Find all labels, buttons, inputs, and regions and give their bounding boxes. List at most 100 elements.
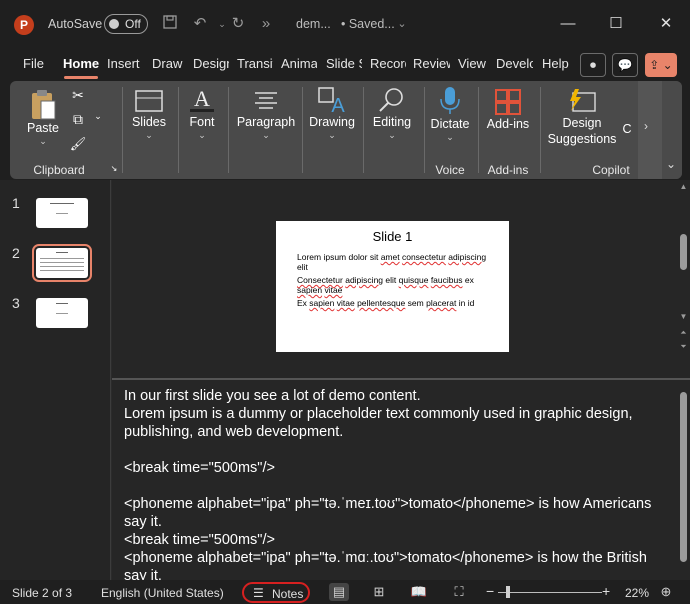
separator	[424, 87, 425, 173]
scrollbar-thumb[interactable]	[680, 392, 687, 562]
tab-help[interactable]: Help	[542, 56, 572, 71]
ribbon-tabs: File Home Insert Draw Design Transitions…	[0, 50, 690, 80]
current-slide[interactable]: Slide 1 Lorem ipsum dolor sit amet conse…	[276, 221, 509, 352]
search-icon	[379, 88, 403, 112]
title-bar: P AutoSave Off ↶ ⌄ ↻ » dem... • Saved...…	[0, 0, 690, 50]
share-icon[interactable]: ⇪ ⌄	[645, 53, 677, 77]
previous-slide-icon[interactable]: ⏶	[679, 328, 688, 338]
chevron-down-icon: ⌄	[446, 132, 454, 142]
zoom-out-button[interactable]: −	[486, 583, 494, 599]
document-name[interactable]: dem...	[296, 17, 331, 31]
slide-sorter-icon[interactable]: ⊞	[369, 583, 389, 601]
tab-slide-show[interactable]: Slide Show	[326, 56, 362, 71]
active-tab-indicator	[64, 76, 98, 79]
autosave-toggle[interactable]: Off	[104, 14, 148, 34]
tab-file[interactable]: File	[23, 56, 47, 71]
slide-title[interactable]: Slide 1	[276, 229, 509, 244]
chevron-down-icon: ⌄	[666, 157, 677, 171]
chevron-right-icon: ›	[644, 119, 648, 133]
scroll-up-icon[interactable]: ▲	[679, 182, 688, 191]
clipboard-launcher-icon[interactable]: ↘	[109, 164, 119, 173]
design-suggestions-button[interactable]: Design Suggestions	[546, 87, 618, 147]
ribbon-collapse[interactable]: ⌄	[662, 81, 682, 179]
svg-text:A: A	[194, 87, 210, 111]
zoom-slider[interactable]	[498, 592, 602, 593]
comments-icon[interactable]: 💬	[612, 53, 638, 77]
drawing-button[interactable]: A Drawing ⌄	[308, 85, 356, 141]
paste-icon	[32, 90, 56, 120]
notes-line	[124, 477, 665, 495]
ribbon-scroll-right[interactable]: ›	[638, 81, 662, 179]
tab-view[interactable]: View	[458, 56, 488, 71]
zoom-level[interactable]: 22%	[625, 586, 649, 600]
dictate-button[interactable]: Dictate ⌄	[428, 85, 472, 143]
editing-button[interactable]: Editing ⌄	[368, 85, 416, 141]
group-label-addins: Add-ins	[487, 163, 529, 177]
zoom-slider-handle[interactable]	[506, 586, 510, 598]
toggle-knob	[109, 19, 119, 29]
status-bar: Slide 2 of 3 English (United States) ☰ N…	[0, 580, 690, 604]
chevron-down-icon[interactable]: ⌄	[392, 14, 412, 34]
font-button[interactable]: A Font ⌄	[182, 87, 222, 141]
paragraph-button[interactable]: Paragraph ⌄	[236, 87, 296, 141]
paragraph-icon	[255, 92, 277, 109]
separator	[228, 87, 229, 173]
language-indicator[interactable]: English (United States)	[101, 586, 224, 600]
record-icon[interactable]: ⏺	[580, 53, 606, 77]
separator	[122, 87, 123, 173]
tab-record[interactable]: Record	[370, 56, 406, 71]
zoom-in-button[interactable]: +	[602, 583, 610, 599]
notes-line: <phoneme alphabet="ipa" ph="tə.ˈmeɪ.toʊ"…	[124, 496, 656, 530]
save-icon[interactable]	[160, 14, 180, 34]
paste-button[interactable]: Paste ⌄	[24, 89, 62, 147]
tab-review[interactable]: Review	[413, 56, 450, 71]
maximize-icon[interactable]: ☐	[602, 12, 630, 36]
redo-icon[interactable]: ↻	[228, 14, 248, 34]
slide-thumbnail-2[interactable]	[32, 244, 92, 282]
paste-label: Paste	[27, 121, 59, 135]
undo-icon[interactable]: ↶	[190, 14, 210, 34]
normal-view-icon[interactable]: ▤	[329, 583, 349, 601]
tab-home[interactable]: Home	[63, 56, 99, 71]
copy-dropdown-icon[interactable]: ⌄	[92, 111, 104, 122]
scrollbar-thumb[interactable]	[680, 234, 687, 270]
ribbon-home: Paste ⌄ ✂ ⧉ ⌄ 🖌 Clipboard ↘ Slides ⌄ A F…	[10, 81, 682, 179]
notes-pane[interactable]: In our first slide you see a lot of demo…	[112, 380, 677, 580]
slides-icon	[135, 90, 163, 112]
tab-transitions[interactable]: Transitions	[237, 56, 273, 71]
tab-design[interactable]: Design	[193, 56, 229, 71]
font-icon: A	[190, 87, 214, 112]
scroll-down-icon[interactable]: ▼	[679, 312, 688, 321]
design-ideas-icon	[570, 89, 596, 112]
slide-thumbnail-1[interactable]	[36, 198, 88, 228]
notes-line: <phoneme alphabet="ipa" ph="tə.ˈmɑː.toʊ"…	[124, 550, 651, 580]
copilot-button[interactable]: C	[620, 122, 634, 136]
chevron-down-icon: ⌄	[388, 130, 396, 140]
reading-view-icon[interactable]: 📖	[409, 583, 429, 601]
notes-scrollbar[interactable]	[677, 380, 690, 580]
fit-to-window-icon[interactable]: ⊕	[656, 583, 676, 601]
slide-bullet: Lorem ipsum dolor sit amet consectetur a…	[297, 252, 487, 272]
slide-show-icon[interactable]: ⛶	[449, 583, 469, 601]
format-painter-icon[interactable]: 🖌	[68, 136, 88, 152]
addins-button[interactable]: Add-ins	[482, 87, 534, 131]
slide-body[interactable]: Lorem ipsum dolor sit amet consectetur a…	[297, 252, 497, 311]
minimize-icon[interactable]: —	[554, 12, 582, 36]
tab-animations[interactable]: Animations	[281, 56, 317, 71]
tab-draw[interactable]: Draw	[152, 56, 183, 71]
notes-button[interactable]: ☰ Notes	[242, 582, 310, 603]
more-icon[interactable]: »	[256, 14, 276, 34]
copy-icon[interactable]: ⧉	[68, 111, 88, 128]
svg-text:A: A	[331, 95, 345, 115]
next-slide-icon[interactable]: ⏷	[679, 342, 688, 352]
slide-thumbnail-3[interactable]	[36, 298, 88, 328]
tab-developer[interactable]: Developer	[496, 56, 533, 71]
cut-icon[interactable]: ✂	[68, 87, 88, 104]
slides-button[interactable]: Slides ⌄	[128, 87, 170, 141]
slide-scrollbar[interactable]: ▲ ▼ ⏶ ⏷	[677, 180, 690, 378]
slide-thumbnail-pane: 1 2 3	[0, 180, 111, 580]
close-icon[interactable]: ✕	[652, 12, 680, 36]
save-status: • Saved...	[341, 17, 395, 31]
separator	[478, 87, 479, 173]
tab-insert[interactable]: Insert	[107, 56, 141, 71]
